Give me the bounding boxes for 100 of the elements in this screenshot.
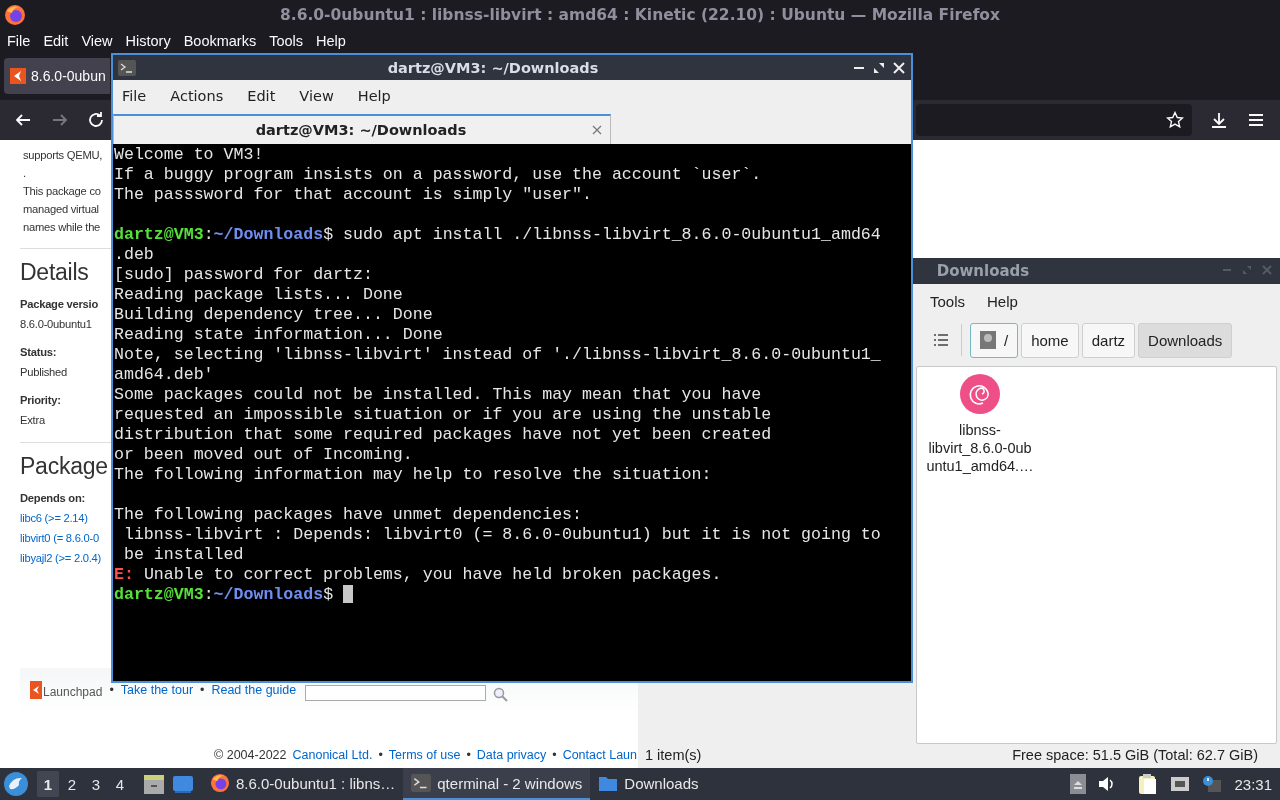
footer-link[interactable]: Canonical Ltd. (292, 748, 373, 762)
terminal-line: Welcome to VM3! (114, 145, 264, 164)
description-text: managed virtual (23, 202, 99, 217)
browser-logo-icon (4, 4, 26, 26)
footer-link[interactable]: Contact Laun (562, 748, 637, 762)
clock: 23:31 (1234, 775, 1272, 793)
description-text: This package co (23, 184, 101, 199)
maximize-icon[interactable] (873, 61, 885, 74)
detail-label: Package versio (20, 298, 98, 310)
menu-item[interactable]: Tools (269, 33, 304, 49)
search-icon[interactable] (493, 686, 509, 702)
workspace-button[interactable]: 1 (37, 771, 59, 797)
terminal-line: Building dependency tree... Done (114, 305, 433, 324)
terminal-line: requested an impossible situation or if you are using the unstable (114, 405, 772, 424)
workspace-button[interactable]: 2 (61, 771, 83, 797)
menu-icon[interactable] (1248, 113, 1264, 127)
terminal-line: [sudo] password for dartz: (114, 265, 373, 284)
section-heading: Details (20, 259, 90, 286)
menu-item[interactable]: Help (987, 292, 1018, 310)
taskbar-task[interactable]: 8.6.0-0ubuntu1 : libns… (202, 768, 404, 800)
menu-item[interactable]: View (81, 33, 113, 49)
bullet-separator: • (200, 683, 205, 697)
footer-link[interactable]: Take the tour (120, 683, 194, 697)
menu-item[interactable]: Actions (170, 88, 224, 104)
terminal-line: be installed (122, 545, 244, 564)
path-button[interactable]: Downloads (1138, 322, 1233, 358)
dependency-link[interactable]: libyajl2 (>= 2.0.4) (20, 552, 102, 564)
browser-tab[interactable]: 8.6.0-0ubun (4, 58, 110, 94)
terminal-line: libnss-libvirt : Depends: libvirt0 (= 8.6.0-0ubuntu1) but it is not going to (122, 525, 881, 544)
taskbar-task[interactable]: Downloads (590, 768, 707, 800)
description-text: . (23, 166, 26, 181)
menu-item[interactable]: File (7, 33, 31, 49)
menu-item[interactable]: Edit (247, 88, 276, 104)
section-heading: Package (20, 453, 109, 480)
workspace-button[interactable]: 3 (85, 771, 107, 797)
workspace-button[interactable]: 4 (109, 771, 131, 797)
start-menu-icon[interactable] (3, 771, 29, 797)
clipboard-icon[interactable] (1138, 773, 1159, 795)
bullet-separator: • (378, 748, 383, 762)
window-title: Downloads (936, 262, 1030, 280)
footer-link[interactable]: Data privacy (476, 748, 547, 762)
reload-icon[interactable] (87, 111, 105, 129)
dependency-link[interactable]: libvirt0 (= 8.6.0-0 (20, 532, 99, 544)
dependency-link[interactable]: libc6 (>= 2.14) (20, 512, 88, 524)
menu-item[interactable]: Tools (930, 292, 966, 310)
item-count: 1 item(s) (645, 747, 702, 763)
footer-link[interactable]: Terms of use (388, 748, 461, 762)
terminal-line: Reading state information... Done (114, 325, 443, 344)
window-title: dartz@VM3: ~/Downloads (387, 59, 599, 76)
menu-item[interactable]: File (122, 88, 147, 104)
menu-item[interactable]: View (299, 88, 334, 104)
tab-close-icon[interactable] (592, 125, 602, 135)
menu-item[interactable]: Help (357, 88, 391, 104)
terminal-tab[interactable]: dartz@VM3: ~/Downloads (113, 114, 611, 144)
terminal-line: amd64.deb' (114, 365, 214, 384)
download-icon[interactable] (1210, 111, 1228, 129)
list-view-icon[interactable] (933, 333, 949, 347)
detail-value: Published (20, 366, 67, 378)
terminal-line: The passsword for that account is simply "user". (114, 185, 592, 204)
taskbar-task[interactable]: qterminal - 2 windows (403, 768, 591, 800)
detail-label: Status: (20, 346, 57, 358)
star-icon[interactable] (1166, 111, 1184, 129)
swirl-package-icon[interactable] (959, 373, 1001, 415)
terminal-line: or been moved out of Incoming. (114, 445, 413, 464)
path-button[interactable]: dartz (1081, 322, 1136, 358)
menu-item[interactable]: Edit (43, 33, 69, 49)
terminal-line: Note, selecting 'libnss-libvirt' instead of './libnss-libvirt_8.6.0-0ubuntu1_ (114, 345, 881, 364)
terminal-line: dartz@VM3:~/Downloads$ (114, 585, 334, 604)
menu-item[interactable]: History (125, 33, 171, 49)
network-icon[interactable] (1170, 775, 1191, 793)
bullet-separator: • (109, 683, 114, 697)
copyright-text: © 2004-2022 (214, 748, 287, 762)
brand-name: Launchpad (43, 685, 103, 699)
eject-icon[interactable] (1070, 774, 1087, 794)
terminal-line: If a buggy program insists on a password, use the account `user`. (114, 165, 762, 184)
footer-link[interactable]: Read the guide (211, 683, 297, 697)
terminal-line: Some packages could not be installed. This may mean that you have (114, 385, 762, 404)
bullet-separator: • (466, 748, 471, 762)
menu-item[interactable]: Bookmarks (183, 33, 257, 49)
desktop-icon[interactable] (172, 774, 194, 794)
detail-value: 8.6.0-0ubuntu1 (20, 318, 92, 330)
file-name[interactable]: libnss- libvirt_8.6.0-0ub untu1_amd64.… (926, 421, 1034, 475)
tab-favicon-icon (10, 68, 26, 84)
path-button[interactable]: / (970, 322, 1019, 358)
terminal-line: dartz@VM3:~/Downloads$ sudo apt install ./libnss-libvirt_8.6.0-0ubuntu1_amd64 (114, 225, 881, 244)
path-button[interactable]: home (1021, 322, 1079, 358)
terminal-line: The following information may help to resolve the situation: (114, 465, 712, 484)
notification-icon[interactable] (1202, 775, 1223, 793)
drawer-icon[interactable] (143, 773, 165, 795)
folder-icon (598, 774, 619, 792)
terminal-line: The following packages have unmet dependencies: (114, 505, 583, 524)
terminal-app-icon (118, 59, 136, 76)
menu-item[interactable]: Help (316, 33, 346, 49)
terminal-icon (411, 774, 432, 792)
window-title: 8.6.0-0ubuntu1 : libnss-libvirt : amd64 : Kinetic (22.10) : Ubuntu — Mozilla Firefox (279, 6, 1000, 24)
detail-value: Extra (20, 414, 45, 426)
search-field[interactable] (305, 685, 487, 701)
drive-icon (980, 331, 996, 349)
terminal-line: .deb (114, 245, 154, 264)
browser-icon (210, 773, 230, 793)
